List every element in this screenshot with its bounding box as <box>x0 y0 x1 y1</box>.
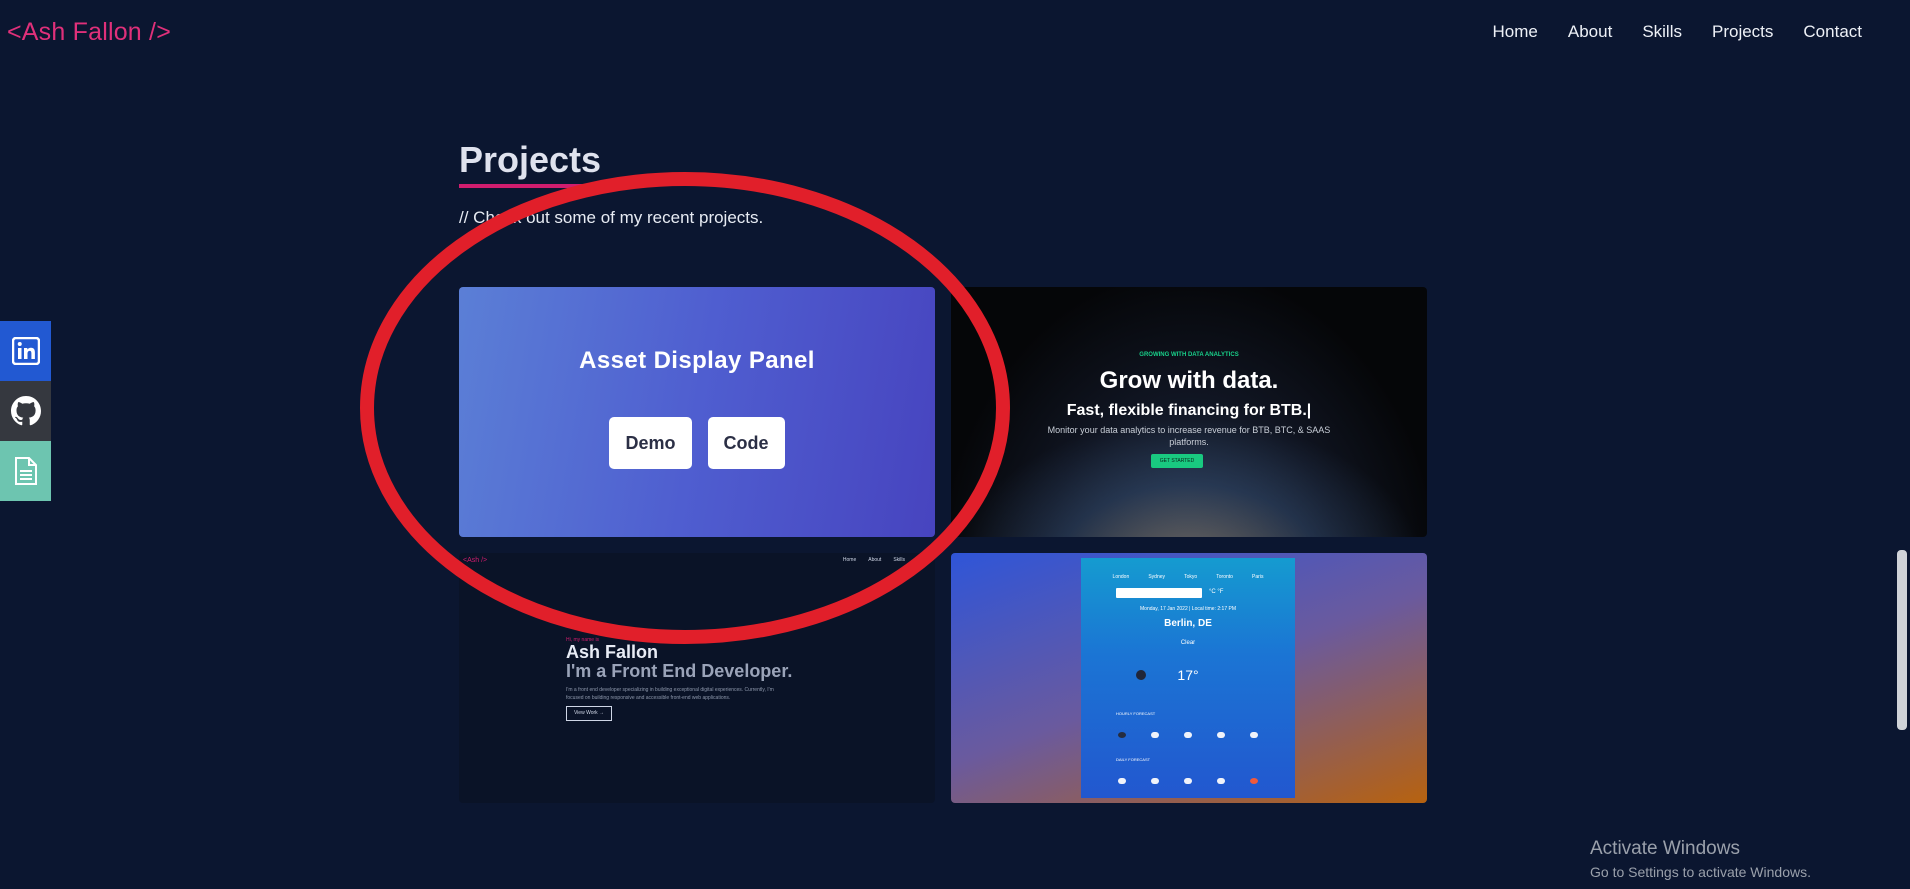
card-subheadline: Fast, flexible financing for BTB.| <box>1066 402 1312 419</box>
weather-condition: Clear <box>1180 640 1196 646</box>
resume-icon <box>14 457 37 485</box>
cloud-icon <box>1183 732 1192 738</box>
cloud-icon <box>1249 732 1258 738</box>
linkedin-link[interactable] <box>0 321 51 381</box>
card-text: Monitor your data analytics to increase … <box>1047 425 1331 447</box>
weather-tab: London <box>1112 574 1130 580</box>
scrollbar-thumb[interactable] <box>1897 550 1907 730</box>
nav-contact[interactable]: Contact <box>1803 22 1862 42</box>
sun-icon <box>1249 778 1258 784</box>
linkedin-icon <box>11 337 40 365</box>
weather-tab: Tokyo <box>1184 574 1198 580</box>
resume-link[interactable] <box>0 441 51 501</box>
code-button[interactable]: Code <box>707 417 785 469</box>
activate-windows-title: Activate Windows <box>1590 838 1740 859</box>
title-underline <box>459 184 599 188</box>
top-nav: Home About Skills Projects Contact <box>1493 22 1862 42</box>
daily-forecast-label: DAILY FORECAST <box>1116 757 1151 762</box>
weather-tab: Paris <box>1252 574 1264 580</box>
activate-windows-watermark: Activate Windows Go to Settings to activ… <box>1590 838 1811 880</box>
mini-nav-item: Home <box>842 557 857 563</box>
mini-nav-item: About <box>868 557 882 563</box>
nav-home[interactable]: Home <box>1493 22 1538 42</box>
cloud-icon <box>1151 778 1160 784</box>
social-sidebar <box>0 321 51 501</box>
hourly-forecast-label: HOURLY FORECAST <box>1116 711 1156 716</box>
weather-temp: 17° <box>1177 667 1199 683</box>
mini-view-work-button: View Work → <box>566 706 612 721</box>
mini-logo: <Ash /> <box>463 557 488 564</box>
project-card-weather[interactable]: London Sydney Tokyo Toronto Paris °C °F … <box>951 553 1427 803</box>
demo-button[interactable]: Demo <box>609 417 692 469</box>
card-title: Asset Display Panel <box>579 347 815 374</box>
cloud-icon <box>1183 778 1192 784</box>
weather-tab: Sydney <box>1148 574 1166 580</box>
card-kicker: GROWING WITH DATA ANALYTICS <box>1139 352 1239 358</box>
weather-date: Monday, 17 Jan 2022 | Local time: 2:17 P… <box>1140 606 1236 612</box>
github-icon <box>10 396 41 426</box>
get-started-button: GET STARTED <box>1151 454 1203 468</box>
cloud-icon <box>1216 778 1225 784</box>
weather-app-preview: London Sydney Tokyo Toronto Paris °C °F … <box>1081 558 1295 798</box>
weather-city: Berlin, DE <box>1164 618 1212 629</box>
logo[interactable]: <Ash Fallon /> <box>7 18 171 47</box>
project-card-data-analytics[interactable]: GROWING WITH DATA ANALYTICS Grow with da… <box>951 287 1427 537</box>
weather-icon <box>1118 732 1127 738</box>
daily-forecast-row <box>1106 778 1270 784</box>
nav-skills[interactable]: Skills <box>1642 22 1682 42</box>
nav-about[interactable]: About <box>1568 22 1612 42</box>
cloud-icon <box>1118 778 1127 784</box>
github-link[interactable] <box>0 381 51 441</box>
card-headline: Grow with data. <box>1099 367 1279 394</box>
mini-role: I'm a Front End Developer. <box>566 661 793 681</box>
project-card-asset-display: Asset Display Panel Demo Code <box>459 287 935 537</box>
mini-nav: Home About Skills <box>843 557 905 563</box>
mini-nav-item: Skills <box>893 557 905 563</box>
cloud-icon <box>1216 732 1225 738</box>
weather-search-input <box>1116 588 1202 598</box>
weather-tab: Toronto <box>1216 574 1233 580</box>
weather-city-tabs: London Sydney Tokyo Toronto Paris <box>1081 574 1295 580</box>
nav-projects[interactable]: Projects <box>1712 22 1773 42</box>
scrollbar[interactable] <box>1893 0 1910 889</box>
mini-text: I'm a front end developer specializing i… <box>566 687 774 701</box>
cloud-icon <box>1151 732 1160 738</box>
mini-name: Ash Fallon <box>566 642 659 662</box>
project-card-portfolio[interactable]: <Ash /> Home About Skills Hi, my name is… <box>459 553 935 803</box>
section-subtitle: // Check out some of my recent projects. <box>459 208 764 227</box>
activate-windows-text: Go to Settings to activate Windows. <box>1590 864 1811 880</box>
section-title: Projects <box>459 139 602 180</box>
hourly-forecast-row <box>1106 732 1270 738</box>
weather-units: °C °F <box>1209 589 1224 595</box>
